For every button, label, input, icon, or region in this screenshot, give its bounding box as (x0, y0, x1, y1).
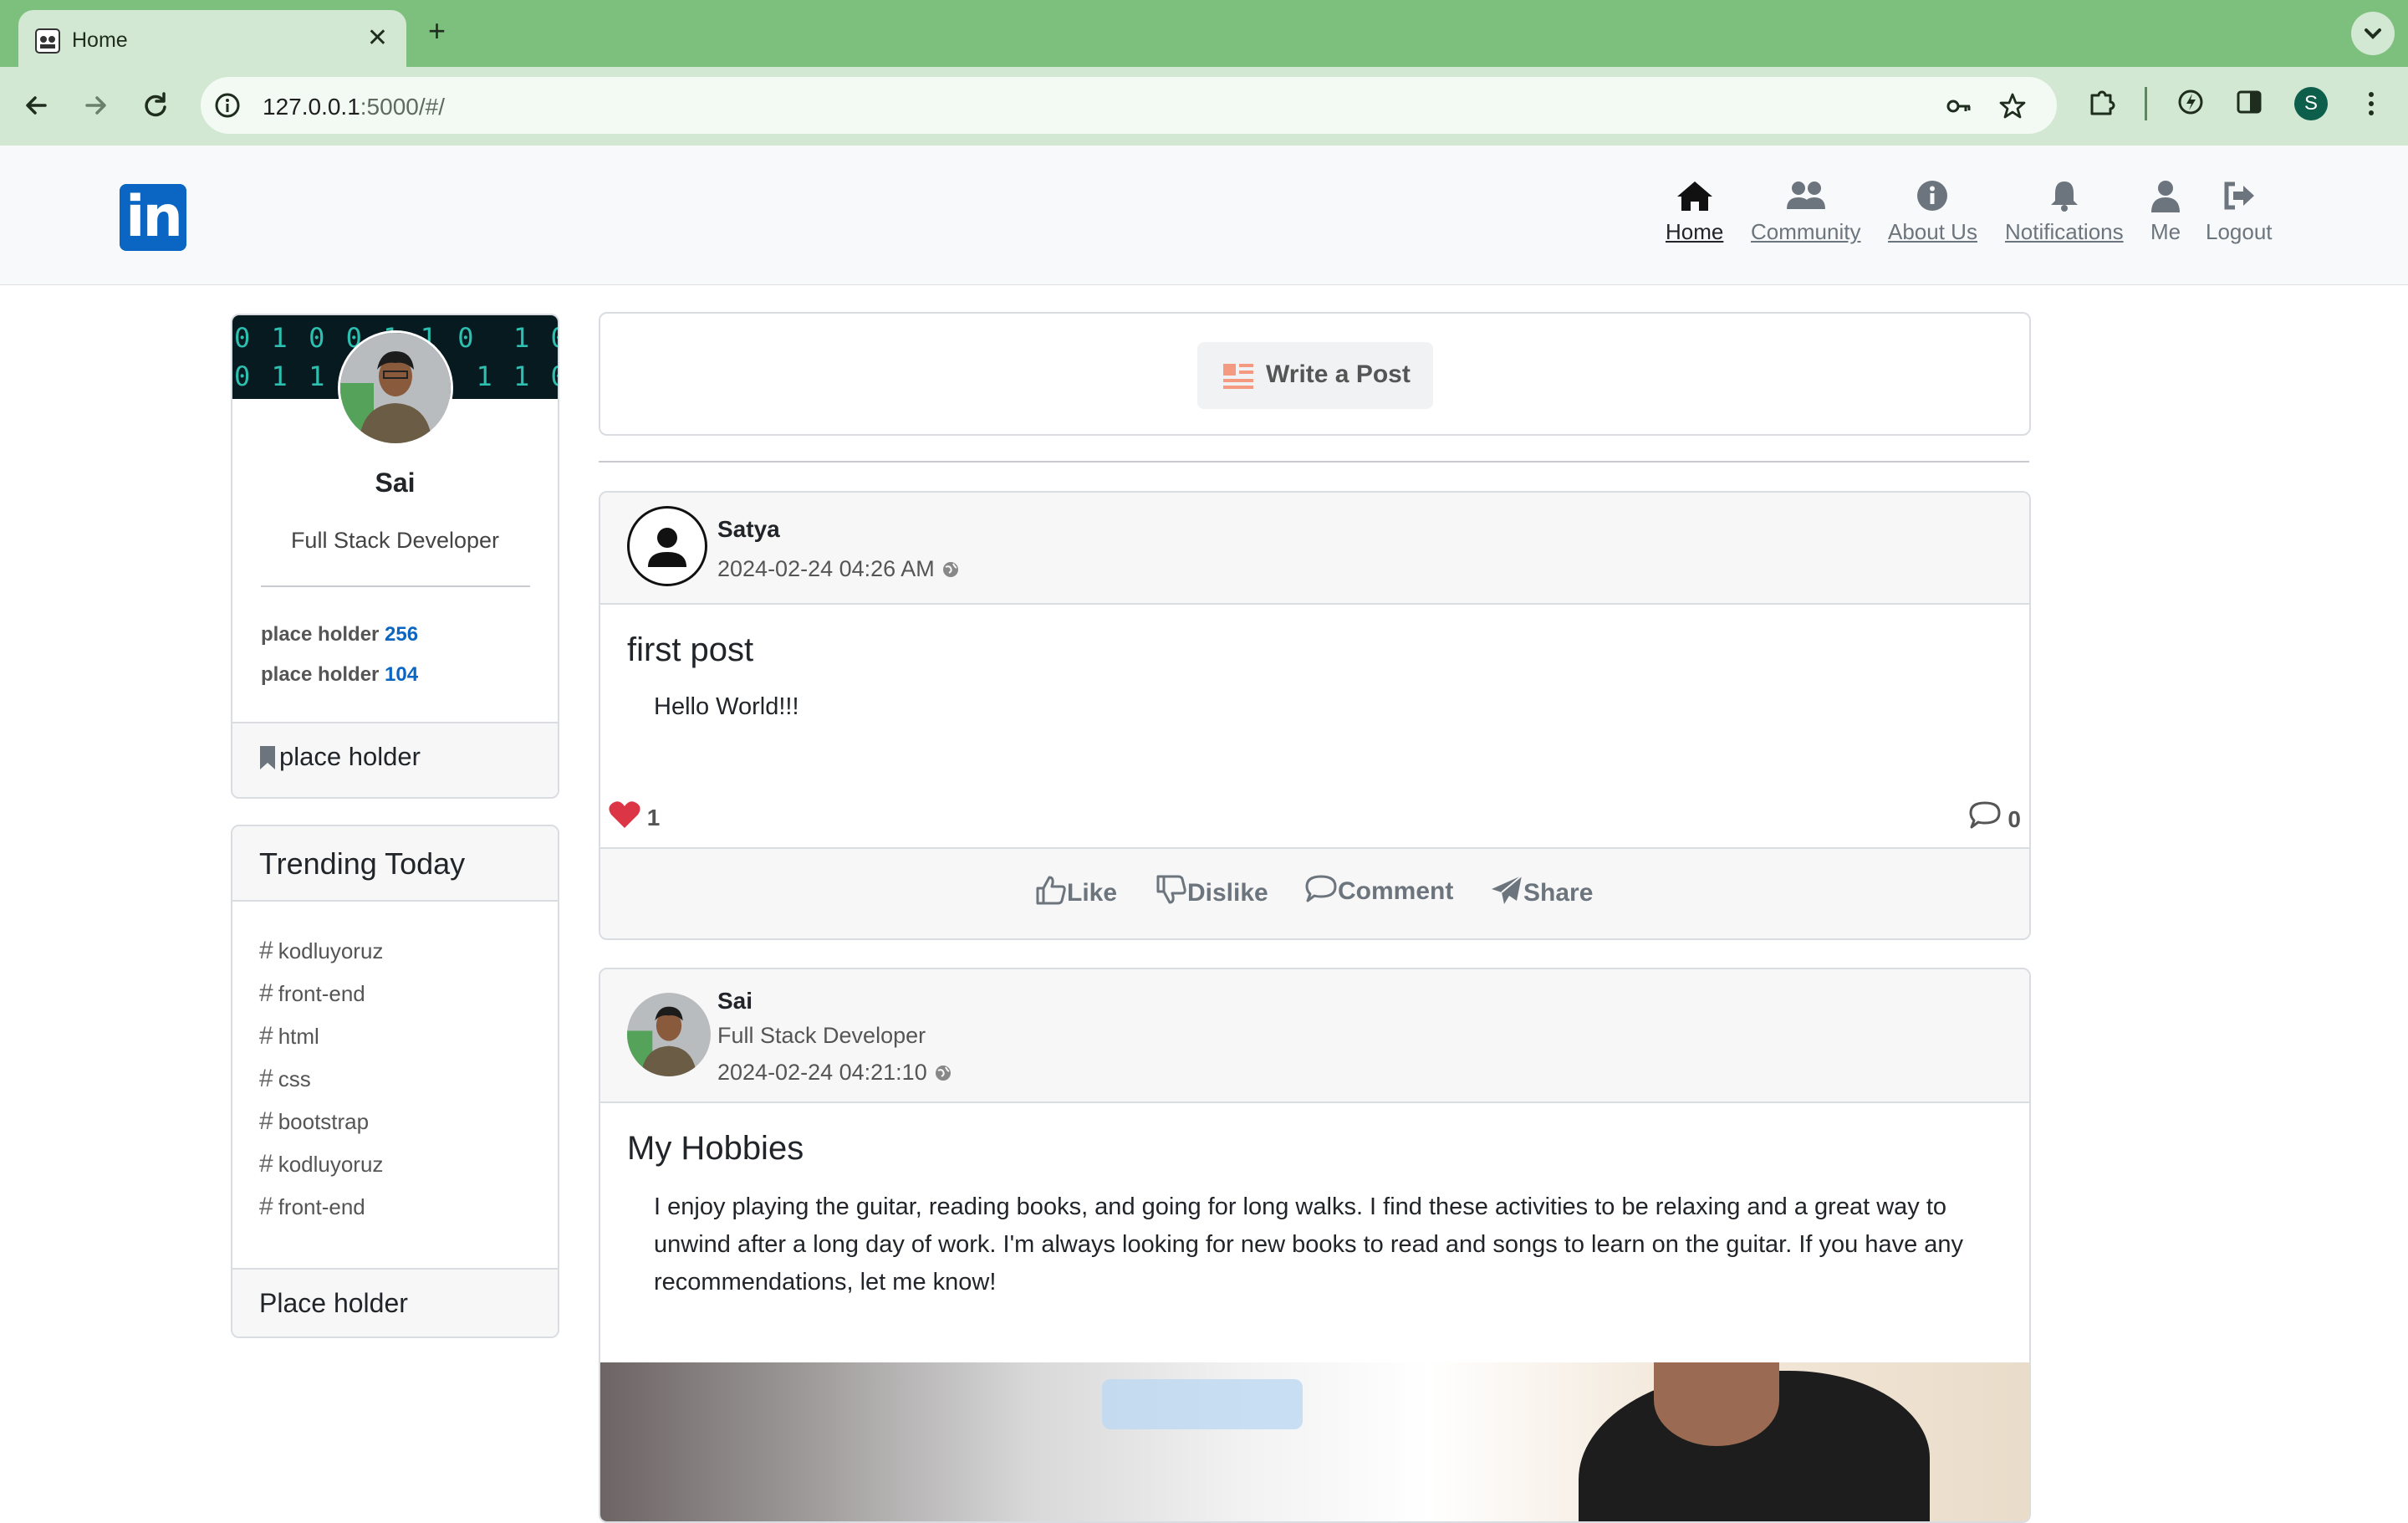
post-actions: Like Dislike Comment Share (600, 847, 2029, 938)
post-timestamp: 2024-02-24 04:26 AM (717, 556, 960, 582)
info-icon (1917, 181, 1948, 211)
bookmark-icon (260, 746, 275, 769)
comment-button[interactable]: Comment (1304, 874, 1453, 906)
feed-divider (599, 461, 2029, 463)
trending-tag[interactable]: # css (259, 1065, 311, 1093)
trending-tag[interactable]: # kodluyoruz (259, 937, 383, 965)
hashtag-icon: # (259, 1193, 273, 1220)
browser-toolbar: 127.0.0.1:5000/#/ S (0, 67, 2408, 146)
home-icon (1676, 181, 1712, 211)
post-title: My Hobbies (627, 1130, 804, 1167)
profile-footer[interactable]: place holder (232, 722, 558, 797)
url-text: 127.0.0.1:5000/#/ (263, 94, 445, 120)
user-icon (2151, 181, 2180, 212)
trending-tag[interactable]: # html (259, 1022, 319, 1050)
globe-icon (935, 1066, 951, 1081)
extensions-icon[interactable] (2087, 87, 2117, 117)
site-info-icon[interactable] (214, 92, 241, 119)
post-header: Satya 2024-02-24 04:26 AM (600, 493, 2029, 605)
performance-icon[interactable] (2176, 87, 2206, 117)
browser-tab[interactable]: Home ✕ (18, 10, 406, 67)
nav-about-us[interactable]: About Us (1888, 179, 1977, 245)
site-navbar: in Home Community About Us Notifications (0, 146, 2408, 285)
heart-icon (609, 801, 640, 828)
post-image[interactable] (600, 1362, 2029, 1521)
paper-plane-icon (1492, 875, 1523, 904)
like-count[interactable]: 1 (609, 800, 660, 831)
write-post-card: Write a Post (599, 312, 2031, 436)
profile-stat[interactable]: place holder 256 (261, 623, 418, 647)
trending-footer[interactable]: Place holder (232, 1268, 558, 1336)
forward-icon[interactable] (79, 89, 112, 122)
side-panel-icon[interactable] (2234, 87, 2264, 117)
newspaper-icon (1223, 364, 1253, 389)
trending-tag[interactable]: # front-end (259, 979, 365, 1008)
nav-community[interactable]: Community (1751, 179, 1860, 245)
trending-tag[interactable]: # kodluyoruz (259, 1150, 383, 1178)
trending-card: Trending Today # kodluyoruz # front-end # h… (231, 825, 559, 1338)
default-avatar-icon[interactable] (627, 506, 707, 586)
dislike-button[interactable]: Dislike (1156, 874, 1268, 907)
trending-header: Trending Today (232, 826, 558, 902)
profile-name: Sai (375, 468, 416, 498)
post-header: Sai Full Stack Developer 2024-02-24 04:2… (600, 969, 2029, 1103)
hashtag-icon: # (259, 1065, 273, 1092)
comment-bubble-icon (1969, 801, 2001, 829)
more-menu-icon[interactable] (2363, 87, 2380, 120)
hashtag-icon: # (259, 1022, 273, 1050)
tab-title: Home (72, 28, 128, 52)
share-button[interactable]: Share (1490, 874, 1593, 907)
profile-avatar-photo[interactable] (338, 330, 453, 446)
like-button[interactable]: Like (1035, 874, 1117, 907)
post-card: Sai Full Stack Developer 2024-02-24 04:2… (599, 968, 2031, 1523)
logout-icon (2224, 181, 2254, 210)
linkedin-logo[interactable]: in (120, 184, 186, 251)
tab-close-icon[interactable]: ✕ (367, 23, 388, 53)
nav-home[interactable]: Home (1666, 179, 1723, 245)
post-author[interactable]: Sai (717, 988, 752, 1014)
community-icon (1786, 181, 1825, 209)
comment-icon (1305, 875, 1337, 902)
post-timestamp: 2024-02-24 04:21:10 (717, 1060, 952, 1086)
new-tab-icon[interactable]: + (428, 13, 446, 49)
key-icon[interactable] (1945, 92, 1973, 120)
profile-divider (261, 585, 530, 587)
browser-tab-strip: Home ✕ + (0, 0, 2408, 67)
post-body: Hello World!!! (654, 693, 799, 720)
address-bar[interactable]: 127.0.0.1:5000/#/ (201, 77, 2057, 134)
profile-stat[interactable]: place holder 104 (261, 663, 418, 687)
nav-notifications[interactable]: Notifications (2005, 179, 2124, 245)
toolbar-separator (2145, 87, 2147, 120)
hashtag-icon: # (259, 979, 273, 1007)
profile-avatar[interactable]: S (2294, 87, 2328, 120)
hashtag-icon: # (259, 1150, 273, 1178)
thumbs-up-icon (1036, 876, 1066, 905)
post-author-headline: Full Stack Developer (717, 1023, 926, 1048)
hashtag-icon: # (259, 1107, 273, 1135)
hashtag-icon: # (259, 937, 273, 964)
chevron-down-icon (2365, 28, 2381, 39)
profile-headline: Full Stack Developer (290, 528, 500, 553)
trending-tag[interactable]: # bootstrap (259, 1107, 369, 1136)
back-icon[interactable] (20, 89, 54, 122)
author-avatar-photo[interactable] (627, 993, 711, 1076)
profile-card: 0 1 0 0 1 1 0 1 0 1 1 0 1 1 0 0 10 1 1 0… (231, 314, 559, 799)
nav-me[interactable]: Me (2149, 179, 2182, 245)
nav-logout[interactable]: Logout (2206, 179, 2273, 245)
reload-icon[interactable] (139, 89, 172, 122)
write-post-button[interactable]: Write a Post (1197, 342, 1433, 409)
thumbs-down-icon (1156, 875, 1186, 904)
bell-icon (2050, 181, 2078, 212)
bookmark-star-icon[interactable] (1998, 92, 2027, 120)
post-body: I enjoy playing the guitar, reading book… (654, 1193, 1964, 1296)
trending-tag[interactable]: # front-end (259, 1193, 365, 1221)
comment-count[interactable]: 0 (1968, 800, 2021, 833)
post-card: Satya 2024-02-24 04:26 AM first post Hel… (599, 491, 2031, 940)
favicon-icon (35, 28, 60, 54)
post-author[interactable]: Satya (717, 516, 780, 543)
post-title: first post (627, 631, 754, 668)
tab-search-button[interactable] (2351, 12, 2395, 55)
globe-icon (942, 562, 958, 577)
